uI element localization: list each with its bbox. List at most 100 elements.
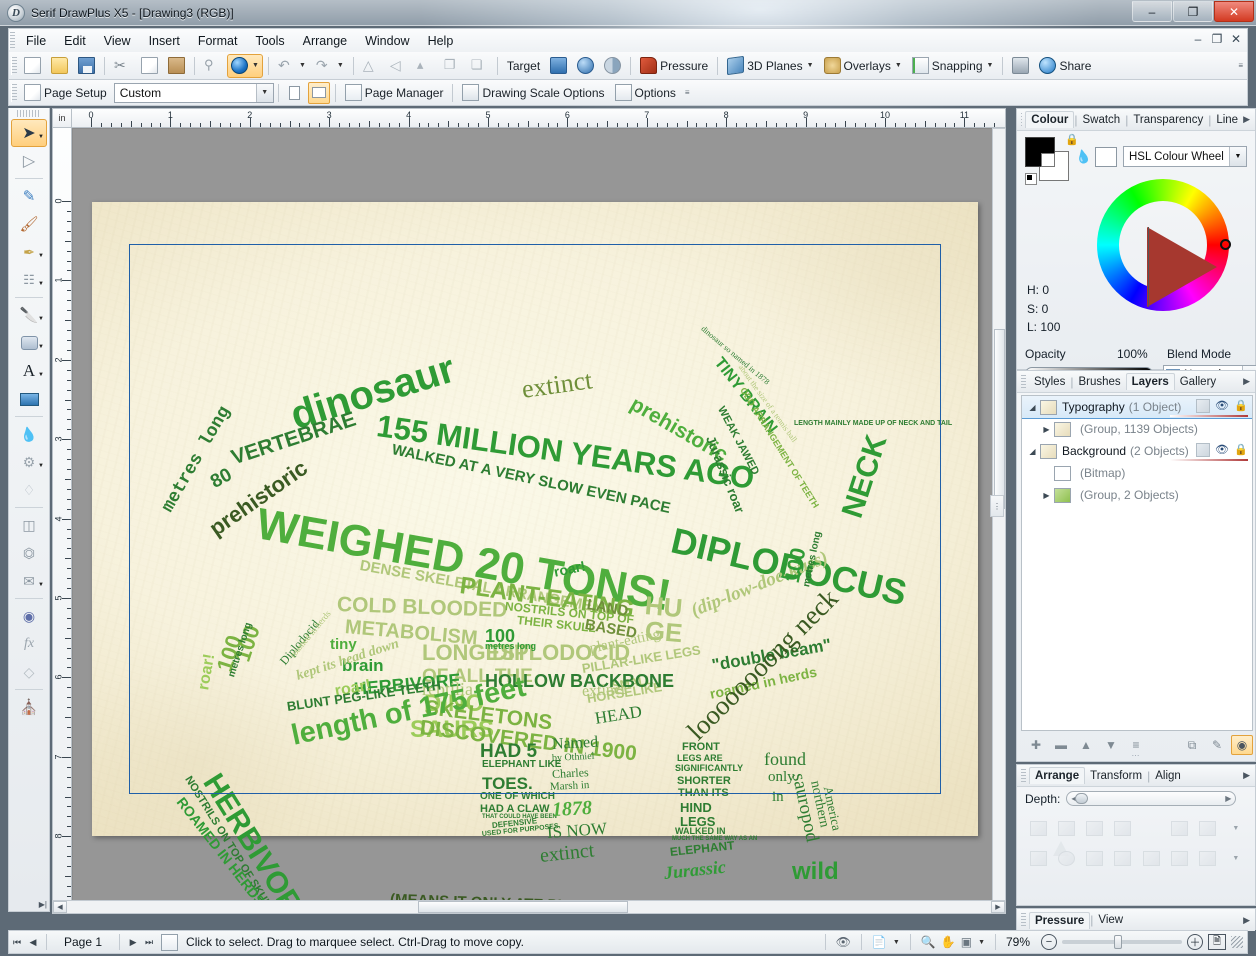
snapping-button[interactable]: Snapping ▼ — [908, 54, 998, 78]
menu-arrange[interactable]: Arrange — [294, 31, 356, 51]
menu-edit[interactable]: Edit — [55, 31, 95, 51]
crop-shapes-button[interactable] — [1195, 845, 1221, 871]
delete-layer-button[interactable]: ▬ — [1050, 735, 1072, 755]
chevron-down-icon[interactable]: ▼ — [1232, 825, 1239, 832]
doc-restore-button[interactable]: ❐ — [1210, 32, 1224, 46]
layer-lock-icon[interactable]: 🔒 — [1234, 399, 1248, 413]
page-size-combo[interactable]: Custom ▼ — [113, 82, 274, 103]
add-page-icon[interactable] — [161, 933, 179, 951]
target-fill-button[interactable] — [546, 54, 571, 78]
add-layer-button[interactable]: ✚ — [1025, 735, 1047, 755]
chevron-down-icon[interactable]: ▼ — [38, 344, 44, 350]
canvas-split-handle[interactable]: ⋮ — [990, 495, 1004, 517]
zoom-slider-knob[interactable] — [1114, 935, 1122, 949]
combine-button[interactable] — [1025, 845, 1051, 871]
chevron-down-icon[interactable]: ▼ — [987, 62, 994, 69]
duplicate-layer-button[interactable]: ⧉ — [1181, 735, 1203, 755]
intersect-shapes-button[interactable] — [1110, 845, 1136, 871]
tab-swatch[interactable]: Swatch — [1077, 112, 1125, 128]
layer-expander-icon[interactable]: ◢ — [1026, 403, 1039, 412]
fit-page-icon[interactable]: 🗎 — [1208, 934, 1226, 950]
shape-tool[interactable]: ▼ — [11, 329, 47, 357]
doc-minimize-button[interactable]: – — [1191, 32, 1205, 46]
tab-view[interactable]: View — [1093, 912, 1128, 928]
layer-row[interactable]: ◢ Background (2 Objects) 👁 🔒 — [1022, 440, 1252, 462]
chevron-down-icon[interactable]: ▼ — [38, 281, 44, 287]
chevron-down-icon[interactable]: ▼ — [299, 62, 306, 69]
layer-row[interactable]: ▶ (Group, 1139 Objects) — [1022, 418, 1252, 440]
undo-button[interactable]: ↶ ▼ — [274, 54, 310, 78]
close-button[interactable]: ✕ — [1214, 1, 1254, 22]
open-document-button[interactable] — [47, 54, 72, 78]
vertical-scrollbar[interactable] — [992, 128, 1006, 912]
panel-grip[interactable] — [1021, 768, 1026, 783]
target-line-button[interactable] — [573, 54, 598, 78]
perspective-tool[interactable]: ◫ — [11, 511, 47, 539]
layer-blend-icon[interactable] — [1196, 443, 1210, 457]
node-tool[interactable]: ▷ — [11, 147, 47, 175]
ruler-unit-label[interactable]: in — [52, 108, 72, 128]
fill-tool[interactable]: ⚙ ▼ — [11, 448, 47, 476]
menu-insert[interactable]: Insert — [140, 31, 189, 51]
current-colour-chip[interactable] — [1095, 147, 1117, 167]
move-layer-down-button[interactable]: ▼ — [1100, 735, 1122, 755]
send-back-button[interactable]: ❏ — [467, 54, 492, 78]
document-page[interactable]: dinosaur extinct prehistoric VERTEBRAE 155 M… — [92, 202, 978, 911]
layer-expander-icon[interactable]: ▶ — [1040, 491, 1053, 500]
chevron-down-icon[interactable]: ▼ — [38, 463, 44, 469]
bring-forward-button[interactable] — [1053, 815, 1079, 841]
depth-slider-knob[interactable] — [1075, 793, 1089, 804]
layer-properties-button[interactable]: ◉ — [1231, 735, 1253, 755]
page-toolbar-overflow-icon[interactable]: ≡ — [685, 88, 690, 97]
preview-eye-icon[interactable]: 👁 — [836, 935, 851, 949]
previous-page-button[interactable]: ◀ — [25, 937, 41, 948]
rotate-view-icon[interactable]: ▣ — [961, 935, 972, 949]
menu-grip[interactable] — [9, 31, 15, 50]
chevron-down-icon[interactable]: ▼ — [337, 62, 344, 69]
pencil-tool[interactable]: ✎ — [11, 182, 47, 210]
tab-transparency[interactable]: Transparency — [1128, 112, 1208, 128]
bring-front-button[interactable]: ❐ — [440, 54, 465, 78]
depth-increase-icon[interactable]: ▶ — [1225, 794, 1231, 803]
overlays-button[interactable]: Overlays ▼ — [820, 54, 906, 78]
chevron-down-icon[interactable]: ▼ — [38, 134, 44, 140]
menu-file[interactable]: File — [17, 31, 55, 51]
tab-arrange[interactable]: Arrange — [1029, 767, 1086, 784]
chevron-down-icon[interactable]: ▼ — [38, 253, 44, 259]
layer-row[interactable]: ◢ Typography (1 Object) 👁 🔒 — [1022, 396, 1252, 419]
zoom-slider[interactable] — [1062, 935, 1182, 949]
next-page-button[interactable]: ▶ — [125, 937, 141, 948]
layer-row[interactable]: (Bitmap) — [1022, 462, 1252, 484]
layer-visibility-eye-icon[interactable]: 👁 — [1215, 443, 1229, 457]
minimize-button[interactable]: – — [1132, 1, 1172, 22]
window-resize-grip[interactable] — [1231, 936, 1243, 948]
chevron-down-icon[interactable]: ▼ — [1232, 855, 1239, 862]
connector-tool[interactable]: ☷ ▼ — [11, 266, 47, 294]
horizontal-ruler[interactable]: 0 1 2 3 4 5 6 7 8 9 10 11 — [72, 108, 1006, 128]
layer-row[interactable]: ▶ (Group, 2 Objects) — [1022, 484, 1252, 506]
options-button[interactable]: Options — [611, 81, 680, 105]
menu-window[interactable]: Window — [356, 31, 418, 51]
menu-format[interactable]: Format — [189, 31, 247, 51]
print-button[interactable] — [1008, 54, 1033, 78]
pan-hand-icon[interactable]: ✋ — [941, 935, 956, 949]
flip-horizontal-button[interactable]: △ — [359, 54, 384, 78]
tab-pressure[interactable]: Pressure — [1029, 911, 1091, 929]
tab-align[interactable]: Align — [1150, 768, 1186, 784]
blend-tool[interactable]: ◉ — [11, 602, 47, 630]
flip-horizontal-button[interactable] — [1053, 815, 1164, 856]
zoom-tool-icon[interactable]: 🔍 — [921, 935, 936, 949]
panel-more-icon[interactable]: ▶ — [1243, 114, 1250, 125]
scroll-right-button[interactable]: ▶ — [991, 901, 1005, 913]
chevron-down-icon[interactable]: ▼ — [38, 372, 44, 378]
zoom-in-button[interactable]: ＋ — [1187, 934, 1203, 950]
panel-grip[interactable] — [1021, 112, 1023, 127]
new-document-button[interactable] — [20, 54, 45, 78]
rotate-button[interactable]: ▴ — [413, 54, 438, 78]
drawing-scale-button[interactable]: Drawing Scale Options — [458, 81, 608, 105]
divide-shapes-button[interactable] — [1166, 845, 1192, 871]
text-tool[interactable]: A ▼ — [11, 357, 47, 385]
panel-grip[interactable] — [1021, 913, 1026, 927]
first-page-button[interactable]: ⏮ — [9, 937, 25, 948]
eyedropper-icon[interactable]: 💧 — [1074, 147, 1093, 166]
